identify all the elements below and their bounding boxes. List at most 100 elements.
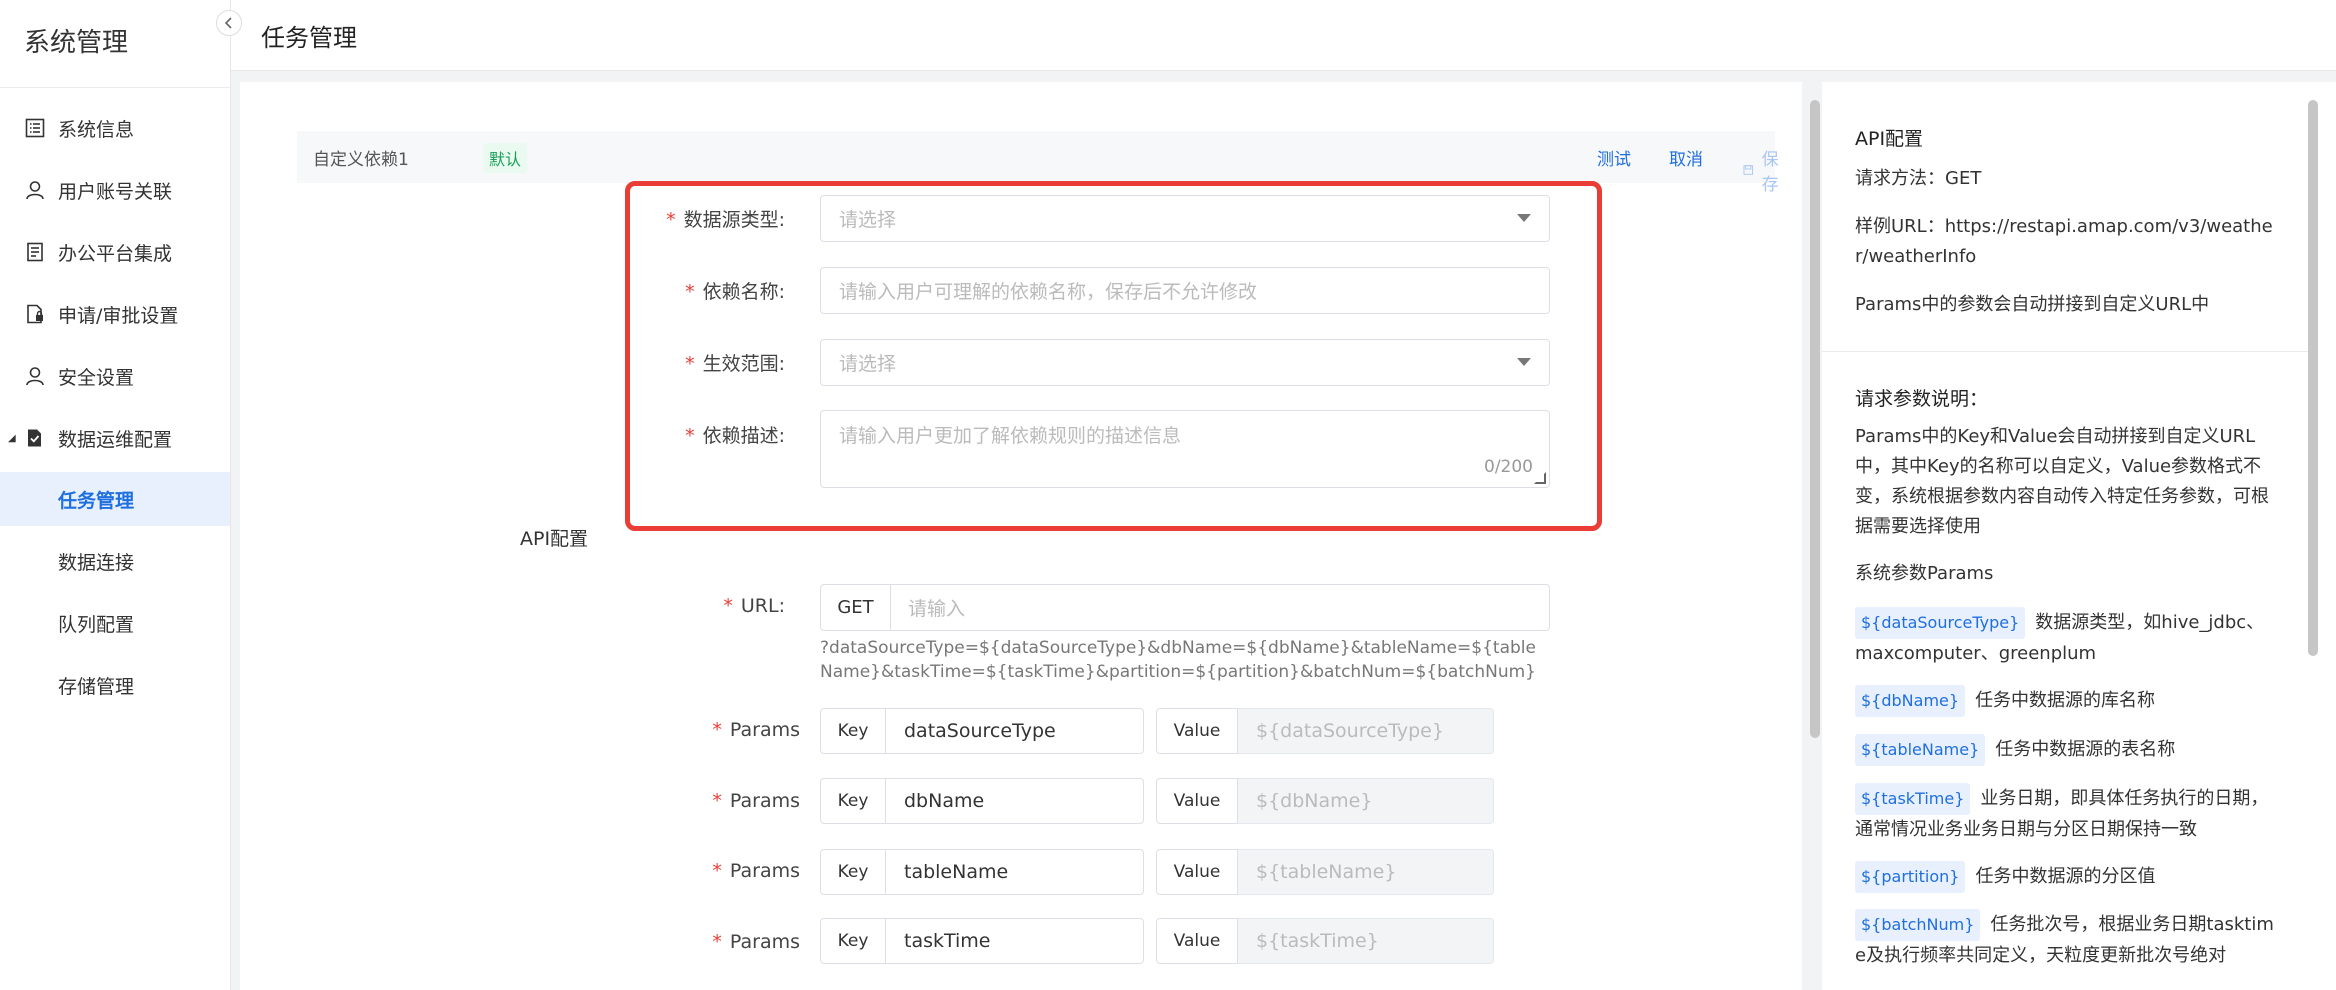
resize-handle[interactable] (1534, 472, 1546, 484)
sys-params-title: 系统参数Params (1855, 563, 1994, 584)
save-label: 保存 (1761, 150, 1779, 195)
param-key-input[interactable]: dbName (886, 778, 1144, 824)
sidebar-item-storage[interactable]: 存储管理 (0, 658, 230, 712)
url-label: * URL: (640, 595, 785, 617)
label-text: Params (729, 931, 800, 953)
user-icon (24, 179, 46, 201)
label-text: 数据源类型: (683, 209, 785, 231)
url-hint: ?dataSourceType=${dataSourceType}&dbName… (820, 638, 1536, 682)
sidebar-item-user-accounts[interactable]: 用户账号关联 (0, 163, 230, 217)
sidebar-item-data-ops[interactable]: ◢ 数据运维配置 (0, 411, 230, 465)
label-text: 依赖描述: (702, 425, 785, 447)
test-button[interactable]: 测试 (1597, 145, 1631, 170)
param-tag: ${tableName} (1855, 734, 1986, 766)
sys-param-item: ${partition} 任务中数据源的分区值 (1855, 861, 2275, 893)
divider (1822, 351, 2312, 352)
input-placeholder: 请输入 (908, 598, 966, 620)
sys-param-item: ${taskTime} 业务日期，即具体任务执行的日期，通常情况业务业务日期与分区… (1855, 783, 2275, 845)
key-tag: Key (820, 849, 886, 895)
user-icon (24, 365, 46, 387)
main-scrollbar[interactable] (1810, 100, 1820, 738)
param-desc: 任务中数据源的库名称 (1975, 690, 2156, 711)
dep-desc-textarea[interactable]: 请输入用户更加了解依赖规则的描述信息 0/200 (820, 410, 1550, 488)
label-text: URL: (740, 595, 785, 617)
label-text: Params (729, 790, 800, 812)
param-description: Params中的Key和Value会自动拼接到自定义URL中，其中Key的名称可… (1855, 426, 2269, 537)
dep-name-label: * 依赖名称: (610, 277, 785, 304)
value-tag: Value (1156, 778, 1238, 824)
sidebar-item-label: 安全设置 (58, 366, 135, 389)
label-text: Params (729, 719, 800, 741)
param-key-input[interactable]: dataSourceType (886, 708, 1144, 754)
cancel-button[interactable]: 取消 (1669, 145, 1703, 170)
param-tag: ${batchNum} (1855, 909, 1981, 941)
param-tag: ${dbName} (1855, 685, 1966, 717)
param-tag: ${taskTime} (1855, 783, 1971, 815)
method-select[interactable]: GET (820, 584, 891, 631)
collapse-sidebar-button[interactable] (216, 10, 242, 36)
sidebar-item-security[interactable]: 安全设置 (0, 349, 230, 403)
required-mark: * (685, 353, 695, 375)
param-key-input[interactable]: taskTime (886, 918, 1144, 964)
source-type-label: * 数据源类型: (610, 205, 785, 232)
params-label: * Params (640, 860, 800, 882)
sidebar-item-label: 任务管理 (58, 489, 135, 512)
sidebar-item-label: 申请/审批设置 (58, 304, 179, 327)
sys-param-item: ${dataSourceType} 数据源类型，如hive_jdbc、maxcom… (1855, 607, 2275, 669)
key-tag: Key (820, 918, 886, 964)
url-input[interactable]: 请输入 (890, 584, 1550, 631)
sidebar-item-label: 队列配置 (58, 613, 135, 636)
textarea-placeholder: 请输入用户更加了解依赖规则的描述信息 (839, 425, 1182, 447)
value-tag: Value (1156, 849, 1238, 895)
value-tag: Value (1156, 918, 1238, 964)
sidebar-item-label: 存储管理 (58, 675, 135, 698)
sys-param-item: ${tableName} 任务中数据源的表名称 (1855, 734, 2275, 766)
sample-url: 样例URL：https://restapi.amap.com/v3/weathe… (1855, 216, 2273, 267)
scope-label: * 生效范围: (610, 349, 785, 376)
list-icon (24, 117, 46, 139)
help-panel: API配置 请求方法：GET 样例URL：https://restapi.ama… (1822, 82, 2336, 990)
required-mark: * (723, 595, 733, 617)
param-tag: ${partition} (1855, 861, 1966, 893)
param-value-input: ${tableName} (1238, 849, 1494, 895)
required-mark: * (712, 790, 722, 812)
param-value-input: ${taskTime} (1238, 918, 1494, 964)
sidebar-item-office-integration[interactable]: 办公平台集成 (0, 225, 230, 279)
source-type-select[interactable]: 请选择 (820, 195, 1550, 242)
dependency-header: 自定义依赖1 默认 测试 取消 保存 (297, 131, 1779, 195)
sidebar-item-data-connection[interactable]: 数据连接 (0, 534, 230, 588)
dep-name-input[interactable]: 请输入用户可理解的依赖名称，保存后不允许修改 (820, 267, 1550, 314)
document-icon (24, 241, 46, 263)
key-tag: Key (820, 778, 886, 824)
sys-param-item: ${dbName} 任务中数据源的库名称 (1855, 685, 2275, 717)
default-tag: 默认 (483, 143, 528, 173)
scope-select[interactable]: 请选择 (820, 339, 1550, 386)
params-label: * Params (640, 931, 800, 953)
help-panel-scrollbar[interactable] (2308, 100, 2318, 656)
param-key-input[interactable]: tableName (886, 849, 1144, 895)
save-button[interactable]: 保存 (1743, 145, 1784, 195)
sidebar-item-system-info[interactable]: 系统信息 (0, 101, 230, 155)
dropdown-arrow-icon (1517, 214, 1531, 222)
params-label: * Params (640, 719, 800, 741)
key-tag: Key (820, 708, 886, 754)
param-value-input: ${dbName} (1238, 778, 1494, 824)
sidebar-item-label: 用户账号关联 (58, 180, 173, 203)
file-lock-icon (24, 303, 46, 325)
sidebar-item-approval-settings[interactable]: 申请/审批设置 (0, 287, 230, 341)
input-placeholder: 请输入用户可理解的依赖名称，保存后不允许修改 (839, 281, 1258, 303)
required-mark: * (666, 209, 676, 231)
params-label: * Params (640, 790, 800, 812)
sidebar-title: 系统管理 (0, 0, 230, 88)
required-mark: * (712, 931, 722, 953)
label-text: Params (729, 860, 800, 882)
sidebar-item-queue-config[interactable]: 队列配置 (0, 596, 230, 650)
page-title: 任务管理 (261, 24, 357, 52)
dependency-name: 自定义依赖1 (313, 150, 409, 170)
chevron-left-icon (224, 17, 232, 29)
dropdown-arrow-icon (1517, 358, 1531, 366)
value-tag: Value (1156, 708, 1238, 754)
sidebar-item-task-management[interactable]: 任务管理 (0, 472, 230, 526)
label-text: 依赖名称: (702, 281, 785, 303)
char-counter: 0/200 (1484, 457, 1533, 477)
